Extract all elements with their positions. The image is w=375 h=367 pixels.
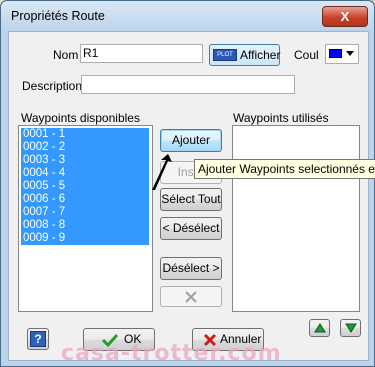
- list-item[interactable]: 0007 - 7: [21, 206, 149, 219]
- list-item[interactable]: 0004 - 4: [21, 167, 149, 180]
- x-icon: [185, 291, 197, 303]
- coul-label: Coul: [294, 48, 319, 62]
- help-icon: ?: [30, 331, 46, 347]
- waypoints-utilises-label: Waypoints utilisés: [233, 111, 329, 125]
- nom-input[interactable]: R1: [80, 44, 203, 63]
- delete-button[interactable]: [160, 286, 222, 307]
- mouse-cursor-icon: [152, 154, 172, 190]
- color-dropdown[interactable]: [325, 44, 359, 64]
- deselect-left-button[interactable]: < Désélect: [160, 217, 222, 240]
- arrow-down-icon: [345, 323, 357, 333]
- color-swatch: [329, 49, 342, 58]
- move-up-button[interactable]: [309, 319, 330, 337]
- list-item[interactable]: 0001 - 1: [21, 128, 149, 141]
- afficher-button[interactable]: PLOT Afficher: [209, 44, 280, 66]
- list-item[interactable]: 0003 - 3: [21, 154, 149, 167]
- plot-icon: PLOT: [213, 49, 237, 61]
- tooltip: Ajouter Waypoints selectionnés en: [194, 159, 375, 179]
- arrow-up-icon: [314, 323, 326, 333]
- chevron-down-icon: [346, 51, 354, 56]
- ajouter-button[interactable]: Ajouter: [160, 129, 222, 152]
- select-tout-button[interactable]: Sélect Tout: [160, 188, 222, 211]
- move-down-button[interactable]: [340, 319, 361, 337]
- list-item[interactable]: 0005 - 5: [21, 180, 149, 193]
- list-item[interactable]: 0006 - 6: [21, 193, 149, 206]
- list-item[interactable]: 0002 - 2: [21, 141, 149, 154]
- description-label: Description: [22, 79, 83, 93]
- help-button[interactable]: ?: [27, 328, 49, 350]
- nom-label: Nom: [53, 48, 79, 62]
- dialog-client-area: Nom R1 PLOT Afficher Coul Description Wa…: [8, 31, 369, 361]
- title-bar: Propriétés Route X: [1, 1, 374, 31]
- deselect-right-button[interactable]: Désélect >: [160, 257, 222, 280]
- dialog-title: Propriétés Route: [11, 9, 105, 23]
- list-item[interactable]: 0009 - 9: [21, 232, 149, 245]
- waypoints-utilises-list[interactable]: [232, 125, 360, 312]
- list-item[interactable]: 0008 - 8: [21, 219, 149, 232]
- description-input[interactable]: [81, 75, 295, 94]
- waypoints-disponibles-list[interactable]: 0001 - 1 0002 - 2 0003 - 3 0004 - 4 0005…: [18, 125, 153, 312]
- waypoints-disponibles-label: Waypoints disponibles: [21, 111, 140, 125]
- route-properties-dialog: Propriétés Route X Nom R1 PLOT Afficher …: [0, 0, 375, 367]
- afficher-label: Afficher: [240, 48, 281, 62]
- watermark: casa-trotter.com: [61, 341, 282, 366]
- close-button[interactable]: X: [322, 6, 368, 27]
